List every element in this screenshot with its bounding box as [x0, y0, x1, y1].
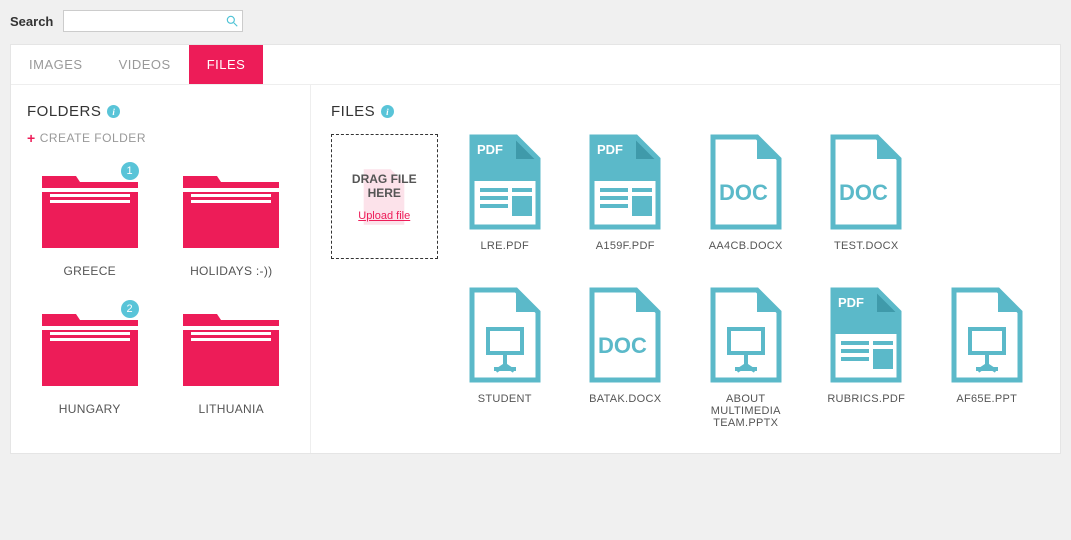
folders-title: FOLDERS i — [27, 103, 294, 120]
files-title-text: FILES — [331, 103, 375, 120]
info-icon[interactable]: i — [381, 105, 394, 118]
folder-item[interactable]: 2 HUNGARY — [27, 302, 153, 416]
folder-item[interactable]: LITHUANIA — [169, 302, 295, 416]
tabs: IMAGESVIDEOSFILES — [11, 45, 1060, 85]
folder-item[interactable]: HOLIDAYS :-)) — [169, 164, 295, 278]
svg-text:PDF: PDF — [597, 142, 623, 157]
folder-badge: 1 — [121, 162, 139, 180]
pdf-file-icon: PDF — [586, 134, 664, 230]
search-input[interactable] — [63, 10, 243, 32]
upload-link[interactable]: Upload file — [358, 210, 410, 222]
doc-file-icon: DOC — [586, 287, 664, 383]
files-main: FILES i DRAG FILE HERE Upload file PDF L… — [311, 85, 1060, 453]
files-title: FILES i — [331, 103, 1040, 120]
file-label: LRE.PDF — [480, 240, 529, 252]
tab-files[interactable]: FILES — [189, 45, 264, 84]
file-item[interactable]: STUDENT — [452, 287, 559, 429]
create-folder-button[interactable]: + CREATE FOLDER — [27, 130, 294, 146]
svg-text:PDF: PDF — [477, 142, 503, 157]
ppt-file-icon — [948, 287, 1026, 383]
folder-label: GREECE — [64, 264, 116, 278]
search-label: Search — [10, 14, 53, 29]
folder-icon — [181, 302, 281, 392]
svg-text:PDF: PDF — [838, 295, 864, 310]
file-label: A159F.PDF — [596, 240, 655, 252]
svg-text:DOC: DOC — [598, 333, 647, 358]
file-item[interactable]: PDF LRE.PDF — [452, 134, 559, 259]
info-icon[interactable]: i — [107, 105, 120, 118]
folders-sidebar: FOLDERS i + CREATE FOLDER 1 GREECE HOLID… — [11, 85, 311, 453]
file-label: TEST.DOCX — [834, 240, 898, 252]
ppt-file-icon — [466, 287, 544, 383]
search-bar: Search — [10, 10, 1061, 32]
file-item[interactable]: DOC BATAK.DOCX — [572, 287, 679, 429]
file-label: BATAK.DOCX — [589, 393, 661, 405]
file-item[interactable]: DOC TEST.DOCX — [813, 134, 920, 259]
search-icon[interactable] — [225, 14, 239, 28]
folder-badge: 2 — [121, 300, 139, 318]
file-item[interactable]: ABOUT MULTIMEDIA TEAM.PPTX — [693, 287, 800, 429]
file-label: STUDENT — [478, 393, 532, 405]
upload-drag-text: DRAG FILE HERE — [338, 172, 431, 200]
svg-text:DOC: DOC — [719, 180, 768, 205]
folder-label: LITHUANIA — [199, 402, 264, 416]
tab-images[interactable]: IMAGES — [11, 45, 101, 84]
file-label: RUBRICS.PDF — [827, 393, 905, 405]
doc-file-icon: DOC — [707, 134, 785, 230]
folder-label: HUNGARY — [59, 402, 121, 416]
pdf-file-icon: PDF — [466, 134, 544, 230]
file-item[interactable]: AF65E.PPT — [934, 287, 1041, 429]
content-panel: IMAGESVIDEOSFILES FOLDERS i + CREATE FOL… — [10, 44, 1061, 454]
folder-item[interactable]: 1 GREECE — [27, 164, 153, 278]
plus-icon: + — [27, 130, 36, 146]
ppt-file-icon — [707, 287, 785, 383]
create-folder-label: CREATE FOLDER — [40, 131, 146, 145]
tab-videos[interactable]: VIDEOS — [101, 45, 189, 84]
file-label: AF65E.PPT — [956, 393, 1017, 405]
file-item[interactable]: PDF RUBRICS.PDF — [813, 287, 920, 429]
folder-icon — [181, 164, 281, 254]
file-label: AA4CB.DOCX — [709, 240, 783, 252]
upload-dropzone[interactable]: DRAG FILE HERE Upload file — [331, 134, 438, 259]
svg-text:DOC: DOC — [839, 180, 888, 205]
doc-file-icon: DOC — [827, 134, 905, 230]
file-item[interactable]: PDF A159F.PDF — [572, 134, 679, 259]
folder-label: HOLIDAYS :-)) — [190, 264, 272, 278]
file-item[interactable]: DOC AA4CB.DOCX — [693, 134, 800, 259]
file-label: ABOUT MULTIMEDIA TEAM.PPTX — [693, 393, 800, 429]
pdf-file-icon: PDF — [827, 287, 905, 383]
folders-title-text: FOLDERS — [27, 103, 101, 120]
